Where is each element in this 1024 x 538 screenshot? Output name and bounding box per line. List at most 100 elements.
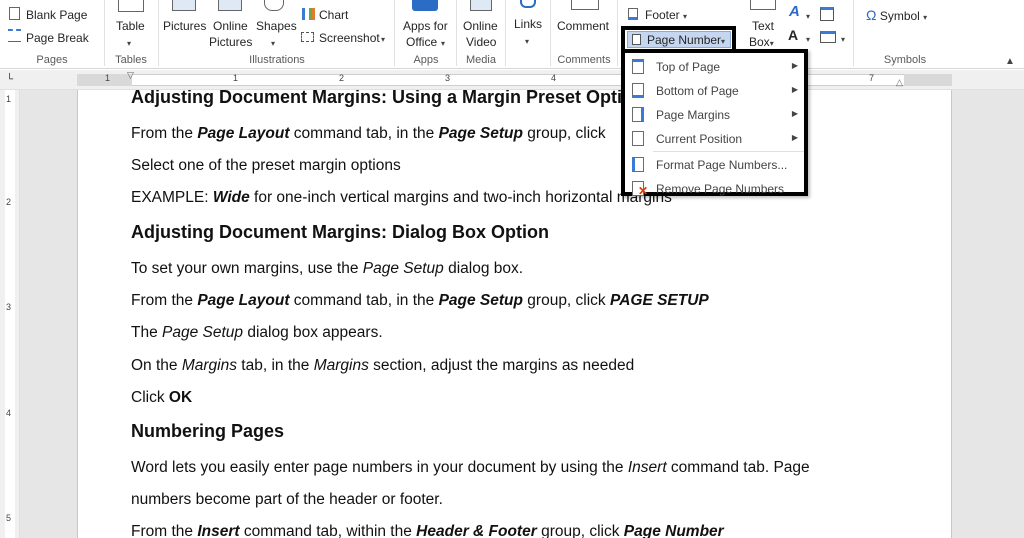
right-indent-marker-icon[interactable]: △ bbox=[896, 75, 903, 89]
submenu-arrow-icon: ▶ bbox=[791, 133, 798, 142]
paragraph: numbers become part of the header or foo… bbox=[131, 491, 443, 508]
menu-item-remove-page-numbers[interactable]: ✕ Remove Page Numbers bbox=[625, 177, 804, 201]
menu-separator bbox=[653, 151, 804, 152]
date-time-icon[interactable] bbox=[820, 7, 834, 21]
collapse-ribbon-icon[interactable]: ▲ bbox=[1005, 55, 1015, 69]
drop-cap-icon[interactable]: A bbox=[788, 28, 798, 42]
page-number-button[interactable]: Page Number▾ bbox=[627, 31, 731, 48]
symbol-button[interactable]: Ω Symbol ▾ bbox=[866, 8, 927, 25]
paragraph: Word lets you easily enter page numbers … bbox=[131, 459, 810, 476]
ribbon-separator bbox=[394, 0, 395, 66]
horizontal-ruler[interactable]: └ 1 1 2 3 4 5 6 7 ▽ △ bbox=[0, 70, 1024, 90]
ruler-number: 1 bbox=[105, 73, 111, 83]
format-page-numbers-icon bbox=[632, 157, 644, 172]
vertical-ruler[interactable]: 1 2 3 4 5 bbox=[0, 90, 20, 538]
menu-item-format-page-numbers[interactable]: Format Page Numbers... bbox=[625, 153, 804, 177]
paragraph: From the Insert command tab, within the … bbox=[131, 523, 724, 538]
ribbon-separator bbox=[550, 0, 551, 66]
menu-item-label: Top of Page bbox=[656, 60, 721, 74]
page-number-label: Page Number▾ bbox=[647, 33, 726, 47]
group-label-illustrations: Illustrations bbox=[249, 54, 305, 66]
group-label-tables: Tables bbox=[115, 54, 147, 66]
heading-numbering-pages: Numbering Pages bbox=[131, 421, 285, 441]
ruler-number: 7 bbox=[869, 73, 875, 83]
wordart-dropdown-icon[interactable]: ▾ bbox=[806, 10, 810, 24]
page-number-menu: Top of Page ▶ Bottom of Page ▶ Page Marg… bbox=[621, 49, 808, 198]
group-label-pages: Pages bbox=[36, 54, 68, 66]
text-box-button[interactable]: Text bbox=[752, 19, 774, 33]
screenshot-dropdown-icon[interactable]: ▾ bbox=[381, 33, 385, 47]
chart-button[interactable]: Chart bbox=[319, 8, 348, 22]
shapes-dropdown-icon[interactable]: ▾ bbox=[271, 37, 275, 51]
blank-page-icon bbox=[9, 7, 20, 20]
drop-cap-dropdown-icon[interactable]: ▾ bbox=[806, 33, 810, 47]
ruler-number: 1 bbox=[233, 73, 239, 83]
vruler-number: 1 bbox=[6, 94, 12, 104]
screenshot-button[interactable]: Screenshot bbox=[319, 31, 380, 45]
vruler-number: 2 bbox=[6, 197, 12, 207]
paragraph: On the Margins tab, in the Margins secti… bbox=[131, 357, 635, 374]
submenu-arrow-icon: ▶ bbox=[791, 85, 798, 94]
comment-icon bbox=[571, 0, 599, 10]
submenu-arrow-icon: ▶ bbox=[791, 61, 798, 70]
vertical-ruler-bar bbox=[5, 90, 15, 538]
page-break-button[interactable]: Page Break bbox=[26, 31, 89, 45]
menu-item-current-position[interactable]: Current Position ▶ bbox=[625, 127, 804, 151]
apps-for-office-button-line2[interactable]: Office bbox=[406, 35, 437, 49]
pictures-icon bbox=[172, 0, 196, 11]
menu-item-page-margins[interactable]: Page Margins ▶ bbox=[625, 103, 804, 127]
object-dropdown-icon[interactable]: ▾ bbox=[841, 33, 845, 47]
heading-margin-preset: Adjusting Document Margins: Using a Marg… bbox=[131, 90, 645, 107]
links-button[interactable]: Links bbox=[514, 17, 542, 31]
text-box-icon bbox=[750, 0, 776, 10]
current-position-icon bbox=[632, 131, 644, 146]
menu-item-label: Bottom of Page bbox=[656, 84, 739, 98]
blank-page-button[interactable]: Blank Page bbox=[26, 8, 87, 22]
pictures-button[interactable]: Pictures bbox=[163, 19, 206, 33]
page-break-icon bbox=[8, 29, 21, 42]
table-dropdown-icon[interactable]: ▾ bbox=[127, 37, 131, 51]
paragraph: From the Page Layout command tab, in the… bbox=[131, 292, 709, 309]
page-margins-icon bbox=[632, 107, 644, 122]
ruler-number: 4 bbox=[551, 73, 557, 83]
remove-x-icon: ✕ bbox=[638, 184, 649, 198]
paragraph: From the Page Layout command tab, in the… bbox=[131, 125, 606, 142]
online-pictures-button[interactable]: Online bbox=[213, 19, 248, 33]
apps-for-office-button[interactable]: Apps for bbox=[403, 19, 448, 33]
menu-item-label: Format Page Numbers... bbox=[656, 158, 788, 172]
menu-item-label: Page Margins bbox=[656, 108, 731, 122]
paragraph: The Page Setup dialog box appears. bbox=[131, 324, 383, 341]
ribbon: Blank Page Page Break Pages Table ▾ Tabl… bbox=[0, 0, 1024, 69]
ruler-number: 3 bbox=[445, 73, 451, 83]
ribbon-separator bbox=[158, 0, 159, 66]
footer-button[interactable]: Footer ▾ bbox=[645, 8, 687, 24]
menu-item-bottom-of-page[interactable]: Bottom of Page ▶ bbox=[625, 79, 804, 103]
online-video-button[interactable]: Online bbox=[463, 19, 498, 33]
paragraph: Click OK bbox=[131, 389, 193, 406]
ribbon-separator bbox=[853, 0, 854, 66]
ruler-right-margin bbox=[904, 74, 952, 86]
online-video-button-line2[interactable]: Video bbox=[466, 35, 496, 49]
footer-icon bbox=[628, 8, 638, 20]
apps-dropdown-icon[interactable]: ▾ bbox=[441, 37, 445, 51]
tab-selector-icon[interactable]: └ bbox=[6, 73, 13, 87]
left-indent-marker-icon[interactable]: ▽ bbox=[127, 68, 134, 82]
paragraph: To set your own margins, use the Page Se… bbox=[131, 260, 524, 277]
chart-icon bbox=[302, 8, 315, 20]
shapes-button[interactable]: Shapes bbox=[256, 19, 297, 33]
document-area: Adjusting Document Margins: Using a Marg… bbox=[20, 90, 1024, 538]
menu-item-top-of-page[interactable]: Top of Page ▶ bbox=[625, 55, 804, 79]
vruler-number: 5 bbox=[6, 513, 12, 523]
omega-icon: Ω bbox=[866, 7, 877, 23]
object-icon[interactable] bbox=[820, 31, 836, 43]
document-page[interactable]: Adjusting Document Margins: Using a Marg… bbox=[77, 90, 952, 538]
wordart-icon[interactable]: A bbox=[789, 4, 800, 19]
links-dropdown-icon[interactable]: ▾ bbox=[525, 35, 529, 49]
group-label-apps: Apps bbox=[413, 54, 439, 66]
page-number-icon bbox=[632, 34, 641, 45]
ribbon-separator bbox=[104, 0, 105, 66]
online-pictures-button-line2[interactable]: Pictures bbox=[209, 35, 252, 49]
table-button[interactable]: Table bbox=[116, 19, 145, 33]
comment-button[interactable]: Comment bbox=[557, 19, 609, 33]
heading-dialog-box: Adjusting Document Margins: Dialog Box O… bbox=[131, 222, 549, 242]
